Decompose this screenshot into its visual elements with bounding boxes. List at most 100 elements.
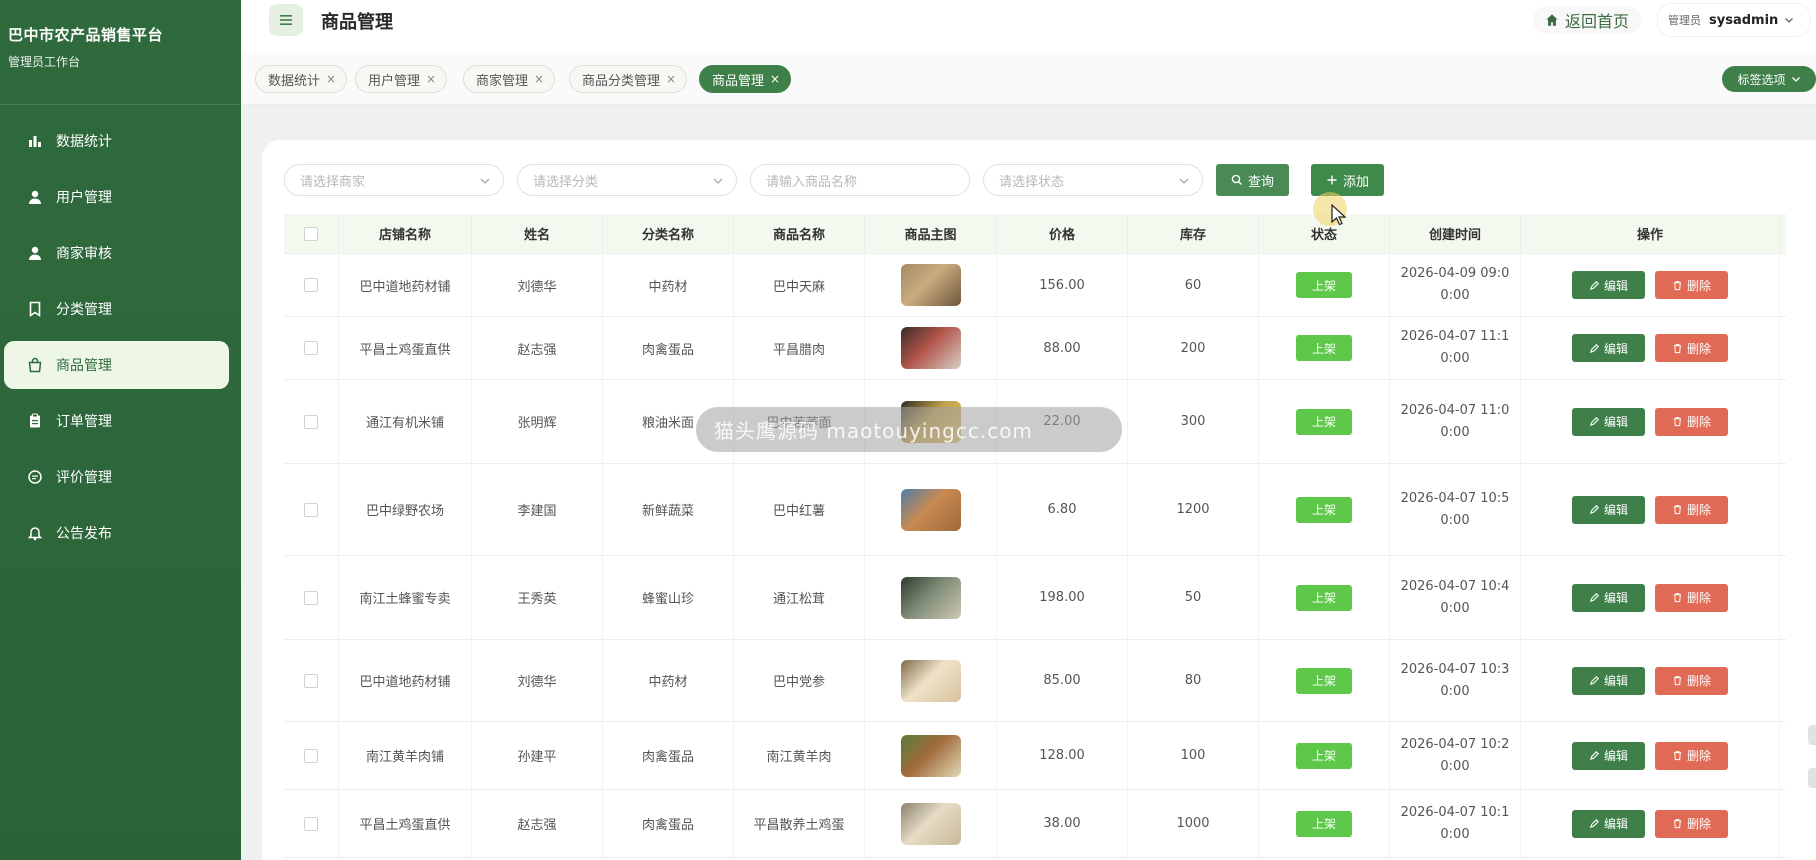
scroll-handle[interactable] [1808,768,1816,788]
table-row[interactable]: 南江黄羊肉铺 孙建平 肉禽蛋品 南江黄羊肉 128.00 100 上架 2026-04-07 … [284,722,1786,790]
close-icon[interactable]: × [666,72,676,86]
status-badge[interactable]: 上架 [1296,584,1352,611]
product-image[interactable] [900,576,961,619]
status-cell: 上架 [1259,556,1390,639]
scroll-handle[interactable] [1808,725,1816,745]
sidebar-item-announcements[interactable]: 公告发布 [4,509,229,557]
table-row[interactable]: 巴中道地药材铺 刘德华 中药材 巴中党参 85.00 80 上架 2026-04-07 10:… [284,640,1786,722]
edit-button[interactable]: 编辑 [1572,271,1645,299]
pencil-icon [1589,343,1599,353]
delete-button[interactable]: 删除 [1655,495,1728,524]
sidebar-item-merchant-review[interactable]: 商家审核 [4,229,229,277]
sidebar-item-orders[interactable]: 订单管理 [4,397,229,445]
status-badge[interactable]: 上架 [1296,810,1352,837]
created-time-line2: 0:00 [1440,512,1470,528]
sidebar-item-users[interactable]: 用户管理 [4,173,229,221]
menu-toggle-button[interactable] [269,4,303,36]
product-image[interactable] [900,659,961,702]
merchant-select[interactable]: 请选择商家 [284,164,504,196]
edit-button[interactable]: 编辑 [1572,741,1645,770]
close-icon[interactable]: × [770,72,780,86]
select-all-checkbox[interactable] [304,226,318,241]
column-header: 操作 [1521,214,1780,253]
home-icon [1546,14,1558,26]
tab-users[interactable]: 用户管理 × [355,65,448,93]
table-row[interactable]: 巴中绿野农场 李建国 新鲜蔬菜 巴中红薯 6.80 1200 上架 2026-04-07 10… [284,464,1786,556]
edit-button[interactable]: 编辑 [1572,583,1645,612]
status-badge[interactable]: 上架 [1296,742,1352,769]
tab-product-categories[interactable]: 商品分类管理 × [569,65,688,93]
close-icon[interactable]: × [534,72,544,86]
category-select[interactable]: 请选择分类 [517,164,737,196]
table-row[interactable]: 平昌土鸡蛋直供 赵志强 肉禽蛋品 平昌散养土鸡蛋 38.00 1000 上架 2026-04-… [284,790,1786,858]
created-time-cell: 2026-04-07 11:1 0:00 [1390,317,1521,379]
tab-products[interactable]: 商品管理 × [699,65,792,93]
status-badge[interactable]: 上架 [1296,335,1352,361]
row-checkbox[interactable] [304,816,318,831]
tab-options-button[interactable]: 标签选项 [1722,66,1816,92]
product-image[interactable] [900,327,961,369]
sidebar-item-stats[interactable]: 数据统计 [4,117,229,165]
row-select-cell [284,254,339,316]
owner-name-cell: 张明辉 [472,380,603,463]
status-badge[interactable]: 上架 [1296,496,1352,523]
delete-button[interactable]: 删除 [1655,271,1728,299]
table-row[interactable]: 平昌土鸡蛋直供 赵志强 肉禽蛋品 平昌腊肉 88.00 200 上架 2026-04-07 1… [284,317,1786,380]
created-time-line1: 2026-04-07 10:1 [1400,804,1510,820]
add-button[interactable]: 添加 [1311,164,1384,196]
edit-button[interactable]: 编辑 [1572,407,1645,436]
home-link-label: 返回首页 [1564,12,1629,31]
home-link[interactable]: 返回首页 [1532,6,1641,34]
row-checkbox[interactable] [304,278,318,292]
close-icon[interactable]: × [426,72,436,86]
delete-button[interactable]: 删除 [1655,809,1728,838]
status-badge[interactable]: 上架 [1296,272,1352,298]
sidebar-item-reviews[interactable]: 评价管理 [4,453,229,501]
product-image[interactable] [900,488,961,531]
edit-button[interactable]: 编辑 [1572,495,1645,524]
delete-button[interactable]: 删除 [1655,407,1728,436]
sidebar-item-categories[interactable]: 分类管理 [4,285,229,333]
product-image[interactable] [900,802,961,845]
row-checkbox[interactable] [304,748,318,763]
sidebar-item-products[interactable]: 商品管理 [4,341,229,389]
edit-button[interactable]: 编辑 [1572,666,1645,695]
delete-button[interactable]: 删除 [1655,334,1728,362]
row-checkbox[interactable] [304,341,318,355]
user-menu[interactable]: 管理员 sysadmin [1658,4,1810,36]
pencil-icon [1589,505,1599,515]
status-select[interactable]: 请选择状态 [983,164,1203,196]
stock: 50 [1184,590,1202,605]
owner-name: 王秀英 [517,592,557,607]
delete-button[interactable]: 删除 [1655,583,1728,612]
row-select-cell [284,640,339,721]
product-image-cell [865,464,997,555]
product-image[interactable] [900,734,961,777]
status-badge[interactable]: 上架 [1296,408,1352,435]
row-checkbox[interactable] [304,590,318,605]
edit-button-label: 编辑 [1603,591,1628,605]
edit-button[interactable]: 编辑 [1572,809,1645,838]
query-button[interactable]: 查询 [1216,164,1289,196]
status-badge[interactable]: 上架 [1296,667,1352,694]
row-checkbox[interactable] [304,502,318,517]
created-time-line2: 0:00 [1440,351,1470,366]
created-time-cell: 2026-04-07 11:0 0:00 [1390,380,1521,463]
row-checkbox[interactable] [304,414,318,429]
row-checkbox[interactable] [304,673,318,688]
trash-icon [1673,819,1682,829]
table-row[interactable]: 巴中道地药材铺 刘德华 中药材 巴中天麻 156.00 60 上架 2026-04-09 09… [284,254,1786,317]
close-icon[interactable]: × [326,72,336,86]
delete-button[interactable]: 删除 [1655,666,1728,695]
product-name-input[interactable]: 请输入商品名称 [750,164,970,196]
created-time-line2: 0:00 [1440,600,1470,616]
tab-stats[interactable]: 数据统计 × [255,65,348,93]
tab-merchants[interactable]: 商家管理 × [463,65,556,93]
sidebar-menu: 数据统计 用户管理 商家审核 分类管理 商品管理 订单管理 评价管理 公告发布 [0,117,241,557]
shop-name: 巴中道地药材铺 [359,279,451,295]
delete-button[interactable]: 删除 [1655,741,1728,770]
edit-button[interactable]: 编辑 [1572,334,1645,362]
product-image[interactable] [900,264,961,306]
tab-options-label: 标签选项 [1737,72,1786,87]
table-row[interactable]: 南江土蜂蜜专卖 王秀英 蜂蜜山珍 通江松茸 198.00 50 上架 2026-04-07 1… [284,556,1786,640]
